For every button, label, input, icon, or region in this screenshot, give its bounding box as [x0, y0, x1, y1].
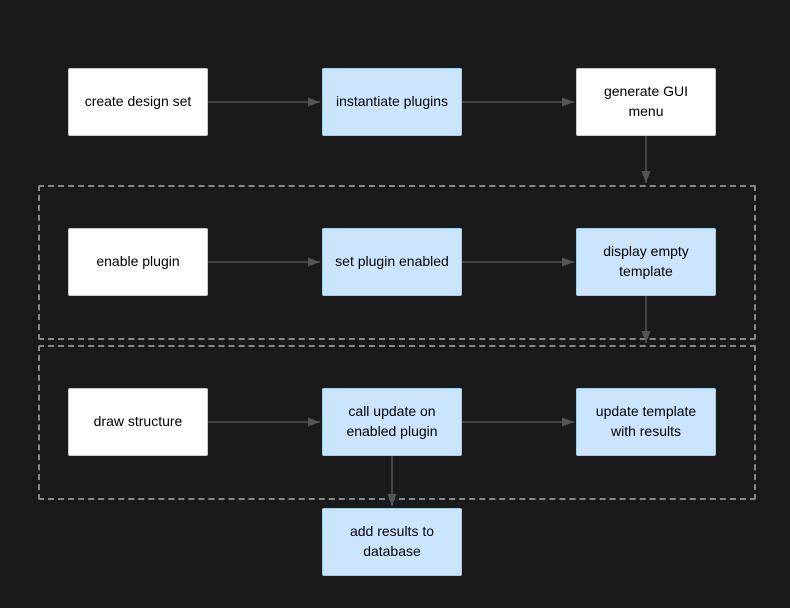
add-results-node: add results to database: [322, 508, 462, 576]
call-update-node: call update on enabled plugin: [322, 388, 462, 456]
set-plugin-enabled-node: set plugin enabled: [322, 228, 462, 296]
create-design-set-node: create design set: [68, 68, 208, 136]
diagram-area: create design set instantiate plugins ge…: [0, 0, 790, 608]
generate-gui-menu-node: generate GUI menu: [576, 68, 716, 136]
draw-structure-node: draw structure: [68, 388, 208, 456]
update-template-node: update template with results: [576, 388, 716, 456]
instantiate-plugins-node: instantiate plugins: [322, 68, 462, 136]
display-empty-template-node: display empty template: [576, 228, 716, 296]
enable-plugin-node: enable plugin: [68, 228, 208, 296]
